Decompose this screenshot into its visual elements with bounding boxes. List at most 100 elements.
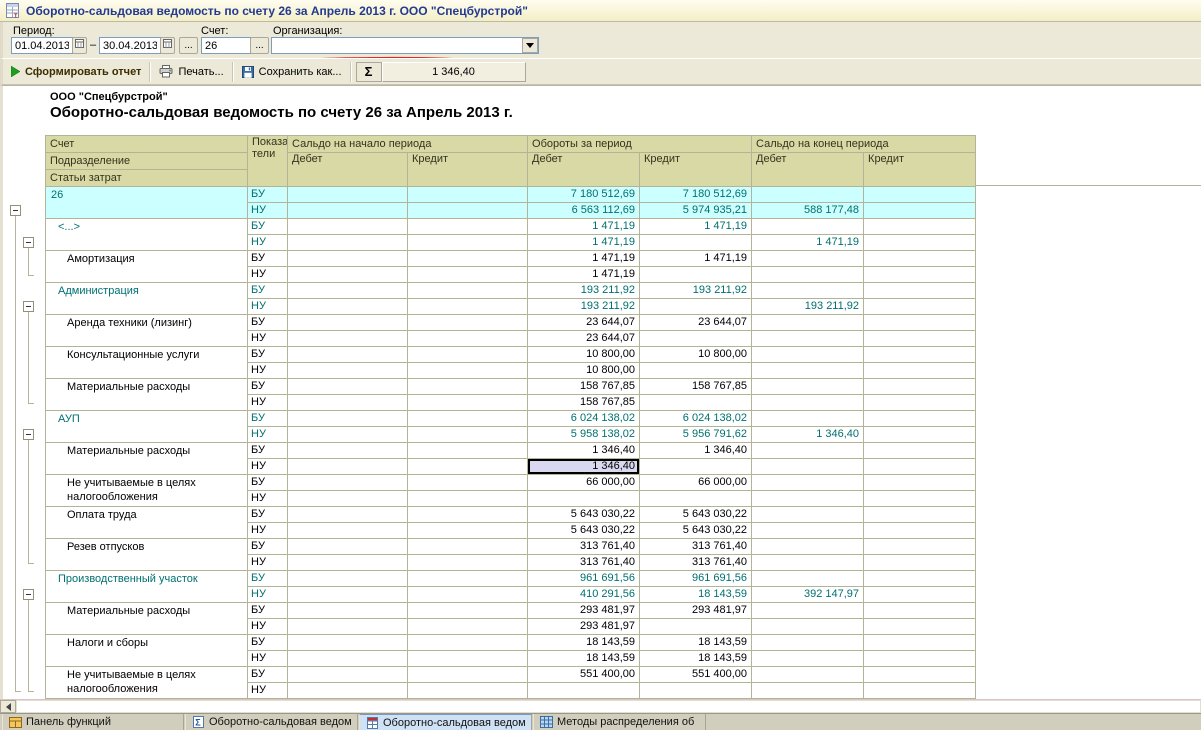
date-to-calendar-button[interactable] <box>160 37 175 54</box>
cell-saldo-nach-kredit[interactable] <box>408 331 528 347</box>
cell-saldo-nach-debet[interactable] <box>288 235 408 251</box>
scrollbar-track[interactable] <box>16 700 1201 713</box>
indicator-cell[interactable]: НУ <box>248 267 288 283</box>
indicator-cell[interactable]: БУ <box>248 347 288 363</box>
indicator-cell[interactable]: БУ <box>248 603 288 619</box>
cell-saldo-kon-debet[interactable] <box>752 395 864 411</box>
cell-saldo-kon-kredit[interactable] <box>864 619 976 635</box>
row-label[interactable]: Производственный участок <box>46 571 248 603</box>
cell-oboroty-debet[interactable]: 293 481,97 <box>528 619 640 635</box>
cell-oboroty-debet[interactable]: 7 180 512,69 <box>528 187 640 203</box>
row-label[interactable]: <...> <box>46 219 248 251</box>
cell-saldo-nach-debet[interactable] <box>288 491 408 507</box>
cell-saldo-nach-kredit[interactable] <box>408 619 528 635</box>
cell-oboroty-kredit[interactable]: 313 761,40 <box>640 555 752 571</box>
cell-saldo-nach-kredit[interactable] <box>408 347 528 363</box>
indicator-cell[interactable]: БУ <box>248 315 288 331</box>
cell-oboroty-kredit[interactable]: 7 180 512,69 <box>640 187 752 203</box>
cell-saldo-nach-debet[interactable] <box>288 443 408 459</box>
cell-saldo-kon-debet[interactable]: 392 147,97 <box>752 587 864 603</box>
cell-oboroty-kredit[interactable] <box>640 363 752 379</box>
cell-saldo-nach-debet[interactable] <box>288 459 408 475</box>
cell-oboroty-kredit[interactable] <box>640 683 752 699</box>
cell-oboroty-kredit[interactable]: 193 211,92 <box>640 283 752 299</box>
indicator-cell[interactable]: НУ <box>248 619 288 635</box>
cell-saldo-nach-debet[interactable] <box>288 475 408 491</box>
cell-oboroty-debet[interactable]: 1 471,19 <box>528 267 640 283</box>
cell-saldo-nach-kredit[interactable] <box>408 411 528 427</box>
cell-saldo-nach-debet[interactable] <box>288 619 408 635</box>
cell-saldo-nach-debet[interactable] <box>288 267 408 283</box>
indicator-cell[interactable]: НУ <box>248 299 288 315</box>
cell-saldo-nach-debet[interactable] <box>288 283 408 299</box>
cell-oboroty-kredit[interactable] <box>640 299 752 315</box>
cell-saldo-nach-kredit[interactable] <box>408 379 528 395</box>
cell-saldo-kon-debet[interactable]: 1 471,19 <box>752 235 864 251</box>
cell-oboroty-kredit[interactable] <box>640 395 752 411</box>
cell-saldo-kon-kredit[interactable] <box>864 523 976 539</box>
cell-saldo-kon-kredit[interactable] <box>864 251 976 267</box>
row-label[interactable]: 26 <box>46 187 248 219</box>
cell-oboroty-debet[interactable]: 961 691,56 <box>528 571 640 587</box>
cell-oboroty-kredit[interactable]: 18 143,59 <box>640 635 752 651</box>
cell-saldo-kon-debet[interactable] <box>752 555 864 571</box>
cell-oboroty-debet[interactable]: 18 143,59 <box>528 635 640 651</box>
cell-oboroty-debet[interactable] <box>528 491 640 507</box>
cell-oboroty-debet[interactable]: 1 471,19 <box>528 251 640 267</box>
cell-saldo-kon-debet[interactable] <box>752 187 864 203</box>
cell-saldo-kon-debet[interactable] <box>752 603 864 619</box>
cell-oboroty-kredit[interactable]: 551 400,00 <box>640 667 752 683</box>
cell-saldo-nach-kredit[interactable] <box>408 635 528 651</box>
indicator-cell[interactable]: БУ <box>248 507 288 523</box>
cell-saldo-kon-debet[interactable] <box>752 491 864 507</box>
row-label[interactable]: Налоги и сборы <box>46 635 248 667</box>
cell-saldo-nach-debet[interactable] <box>288 555 408 571</box>
cell-oboroty-kredit[interactable] <box>640 491 752 507</box>
cell-saldo-nach-debet[interactable] <box>288 203 408 219</box>
cell-saldo-nach-kredit[interactable] <box>408 587 528 603</box>
cell-oboroty-kredit[interactable]: 18 143,59 <box>640 587 752 603</box>
cell-saldo-nach-kredit[interactable] <box>408 603 528 619</box>
cell-oboroty-kredit[interactable]: 1 471,19 <box>640 251 752 267</box>
cell-saldo-nach-debet[interactable] <box>288 251 408 267</box>
cell-saldo-kon-debet[interactable] <box>752 635 864 651</box>
cell-oboroty-debet[interactable]: 1 471,19 <box>528 235 640 251</box>
cell-oboroty-debet[interactable]: 10 800,00 <box>528 363 640 379</box>
collapse-expander-icon[interactable] <box>10 205 21 216</box>
row-label[interactable]: Резев отпусков <box>46 539 248 571</box>
cell-saldo-nach-kredit[interactable] <box>408 315 528 331</box>
indicator-cell[interactable]: БУ <box>248 187 288 203</box>
cell-oboroty-debet[interactable]: 158 767,85 <box>528 379 640 395</box>
cell-oboroty-kredit[interactable]: 313 761,40 <box>640 539 752 555</box>
cell-saldo-nach-kredit[interactable] <box>408 459 528 475</box>
cell-saldo-kon-debet[interactable] <box>752 315 864 331</box>
cell-saldo-nach-kredit[interactable] <box>408 571 528 587</box>
cell-saldo-kon-debet[interactable]: 1 346,40 <box>752 427 864 443</box>
cell-oboroty-debet[interactable]: 5 643 030,22 <box>528 523 640 539</box>
cell-saldo-kon-kredit[interactable] <box>864 587 976 603</box>
cell-saldo-nach-kredit[interactable] <box>408 475 528 491</box>
tab-panel-functions[interactable]: Панель функций <box>2 714 184 730</box>
cell-saldo-nach-debet[interactable] <box>288 395 408 411</box>
cell-saldo-kon-debet[interactable] <box>752 683 864 699</box>
cell-saldo-kon-kredit[interactable] <box>864 283 976 299</box>
cell-saldo-kon-debet[interactable] <box>752 347 864 363</box>
organization-combo-input[interactable] <box>271 37 539 54</box>
cell-oboroty-kredit[interactable] <box>640 267 752 283</box>
cell-saldo-nach-kredit[interactable] <box>408 651 528 667</box>
indicator-cell[interactable]: БУ <box>248 443 288 459</box>
cell-saldo-kon-kredit[interactable] <box>864 203 976 219</box>
tab-turnover-report-2[interactable]: Оборотно-сальдовая ведом <box>359 714 532 730</box>
cell-saldo-kon-debet[interactable] <box>752 459 864 475</box>
organization-dropdown-button[interactable] <box>522 38 538 53</box>
cell-oboroty-debet[interactable]: 10 800,00 <box>528 347 640 363</box>
cell-saldo-nach-debet[interactable] <box>288 587 408 603</box>
cell-saldo-nach-debet[interactable] <box>288 427 408 443</box>
row-label[interactable]: Материальные расходы <box>46 379 248 411</box>
row-label[interactable]: АУП <box>46 411 248 443</box>
indicator-cell[interactable]: НУ <box>248 491 288 507</box>
cell-oboroty-debet[interactable]: 5 643 030,22 <box>528 507 640 523</box>
collapse-expander-icon[interactable] <box>23 429 34 440</box>
cell-oboroty-debet[interactable]: 66 000,00 <box>528 475 640 491</box>
date-from-calendar-button[interactable] <box>72 37 87 54</box>
